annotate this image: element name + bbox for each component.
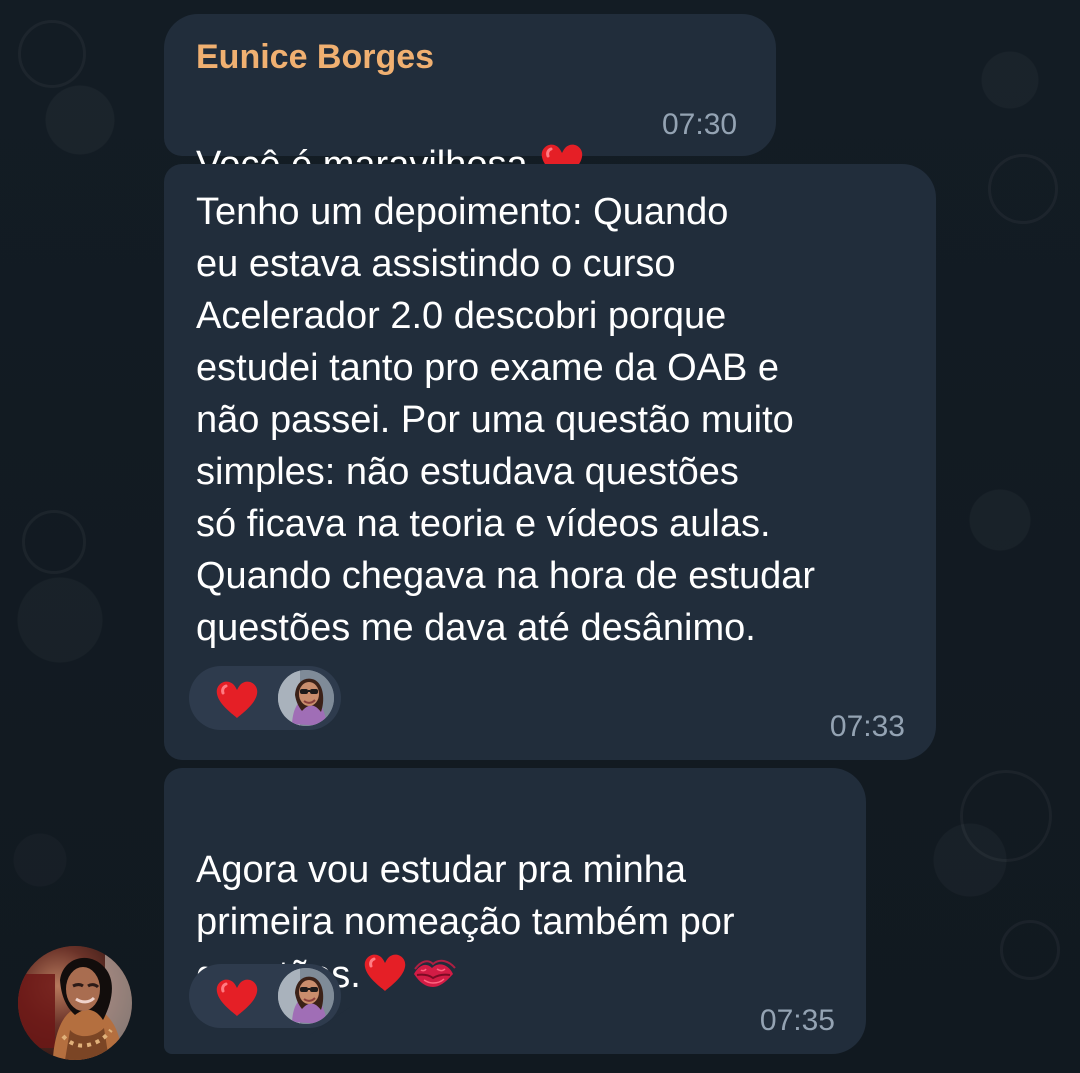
message-time: 07:33 [829,710,905,743]
red-heart-icon [364,954,406,991]
wallpaper-circle-doodle [988,154,1058,224]
wallpaper-circle-doodle [1000,920,1060,980]
kiss-mark-icon [413,959,456,987]
message-bubble[interactable]: Agora vou estudar pra minha primeira nom… [164,768,866,1054]
sender-name[interactable]: Eunice Borges [196,38,434,77]
message-bubble[interactable]: Tenho um depoimento: Quando eu estava as… [164,164,936,760]
message-text: Tenho um depoimento: Quando eu estava as… [196,191,816,649]
reaction-pill[interactable] [189,666,341,730]
message-time: 07:35 [759,1004,835,1037]
reaction-pill[interactable] [189,964,341,1028]
message-bubble[interactable]: Eunice Borges Você é maravilhosa 07:30 [164,14,776,186]
reaction-avatar [278,968,334,1024]
wallpaper-circle-doodle [18,20,86,88]
sender-avatar[interactable] [18,946,132,1060]
reaction-avatar [278,670,334,726]
wallpaper-circle-doodle [22,510,86,574]
red-heart-icon [216,979,258,1016]
wallpaper-circle-doodle [960,770,1052,862]
red-heart-icon [216,681,258,718]
message-time: 07:30 [662,108,738,141]
